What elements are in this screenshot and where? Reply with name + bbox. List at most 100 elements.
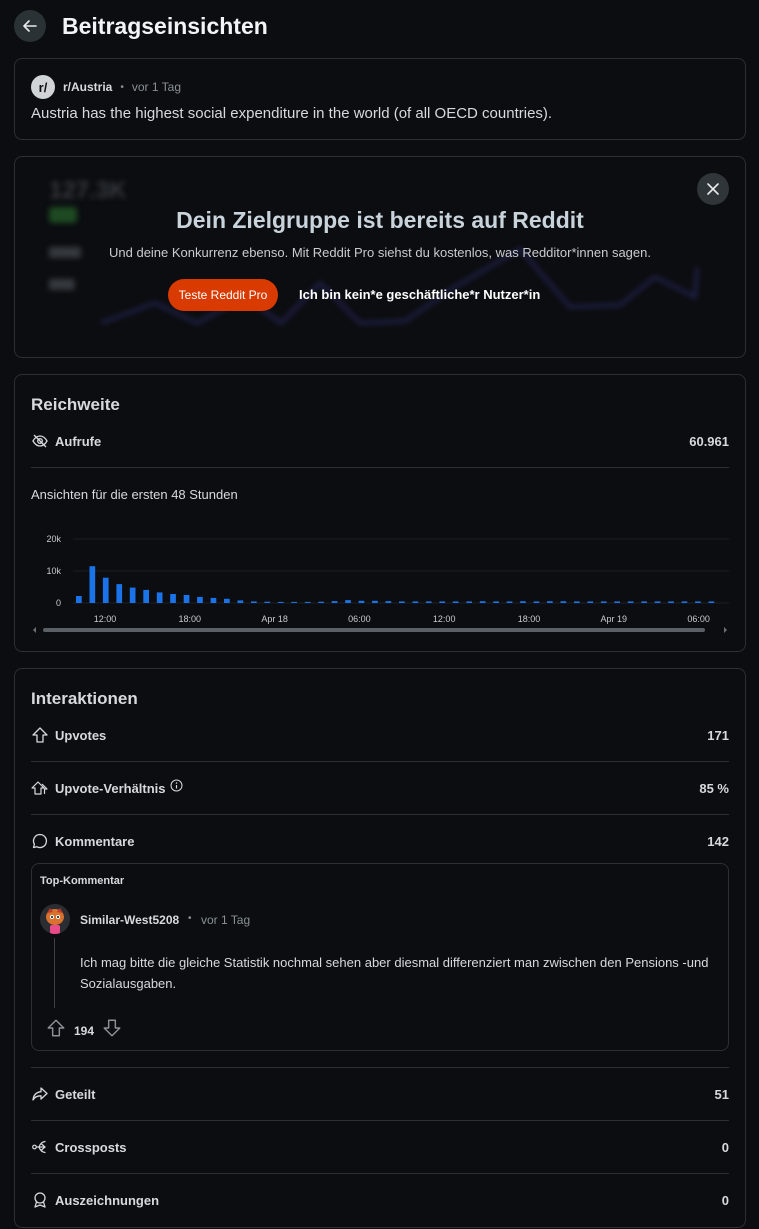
upvote-ratio-icon <box>31 779 49 797</box>
chart-bar <box>533 601 540 603</box>
x-tick-label: Apr 19 <box>601 614 628 624</box>
chart-bar <box>627 601 634 603</box>
shared-value: 51 <box>714 1086 729 1102</box>
y-tick-label: 0 <box>56 598 61 608</box>
comments-value: 142 <box>707 833 729 849</box>
chart-bar <box>237 600 244 603</box>
upvote-arrow-icon <box>47 1019 65 1037</box>
chart-bar <box>574 601 580 603</box>
chart-bar <box>452 601 459 603</box>
chart-bar <box>277 601 284 603</box>
not-business-user-link[interactable]: Ich bin kein*e geschäftliche*r Nutzer*in <box>299 287 540 302</box>
chart-bar <box>547 601 553 603</box>
top-comment[interactable]: Top-Kommentar Similar-West5208 • vor 1 T… <box>31 863 729 1051</box>
chart-bar <box>304 601 311 603</box>
header: Beitragseinsichten <box>14 10 268 42</box>
promo-subtext: Und deine Konkurrenz ebenso. Mit Reddit … <box>109 245 651 260</box>
crossposts-value: 0 <box>721 1139 729 1155</box>
eye-icon <box>31 432 49 450</box>
comment-username[interactable]: Similar-West5208 <box>80 913 179 927</box>
chart-bar <box>641 601 647 603</box>
subreddit-avatar[interactable]: r/ <box>31 75 55 99</box>
arrow-left-icon <box>23 20 37 32</box>
chart-bar <box>372 600 378 603</box>
reach-title: Reichweite <box>31 395 120 414</box>
post-title[interactable]: Austria has the highest social expenditu… <box>31 105 552 122</box>
chart-bar <box>493 601 499 603</box>
crossposts-row: Crossposts 0 <box>31 1136 729 1158</box>
chart-bar <box>156 592 163 603</box>
chart-bar <box>600 601 607 603</box>
downvote-button[interactable] <box>102 1018 122 1043</box>
scroll-left-icon <box>33 627 36 633</box>
chart-bar <box>708 601 715 603</box>
chart-bar <box>345 600 351 603</box>
info-icon[interactable] <box>170 779 183 797</box>
chart-bar <box>331 601 338 603</box>
subreddit-name[interactable]: r/Austria <box>63 80 112 94</box>
x-tick-label: 12:00 <box>433 614 456 624</box>
chart-bar <box>425 601 432 603</box>
awards-value: 0 <box>721 1192 729 1208</box>
chart-bar <box>668 601 674 603</box>
chart-bar <box>224 598 230 603</box>
thread-line[interactable] <box>54 938 55 1008</box>
chart-bar <box>399 601 405 603</box>
divider <box>31 761 729 762</box>
shared-row: Geteilt 51 <box>31 1083 729 1105</box>
promo-heading: Dein Zielgruppe ist bereits auf Reddit <box>176 207 584 233</box>
try-reddit-pro-button[interactable]: Teste Reddit Pro <box>168 279 278 311</box>
upvotes-row: Upvotes 171 <box>31 724 729 746</box>
back-button[interactable] <box>14 10 46 42</box>
comments-row: Kommentare 142 <box>31 830 729 852</box>
chart-bar <box>197 596 203 603</box>
chart-bar <box>520 601 526 603</box>
chart-bar <box>170 594 176 603</box>
chart-scrollbar[interactable] <box>31 625 729 635</box>
chart-bar <box>210 597 217 603</box>
divider <box>31 467 729 468</box>
page-title: Beitragseinsichten <box>62 12 268 39</box>
upvote-arrow-icon <box>31 726 49 744</box>
x-tick-label: 18:00 <box>518 614 541 624</box>
chart-bar <box>439 601 446 603</box>
reach-section: Reichweite Aufrufe 60.961 Ansichten für … <box>14 374 746 652</box>
y-tick-label: 20k <box>46 534 61 544</box>
x-tick-label: 06:00 <box>348 614 371 624</box>
chart-bar <box>506 601 513 603</box>
chart-bar <box>560 601 567 603</box>
upvotes-value: 171 <box>707 727 729 743</box>
views-bar-chart: 20k 10k 0 12:00 18:00 Apr 18 06:00 12:00 18:00 Ap… <box>46 534 729 624</box>
chart-bar <box>358 600 365 603</box>
chart-bar <box>129 587 136 603</box>
views-label: Aufrufe <box>55 433 102 449</box>
x-tick-label: Apr 18 <box>261 614 288 624</box>
views-value: 60.961 <box>689 433 729 449</box>
close-promo-button[interactable] <box>697 173 729 205</box>
post-card[interactable]: r/ r/Austria • vor 1 Tag Austria has the… <box>14 58 746 140</box>
chart-bar <box>264 601 271 603</box>
chart-bar <box>143 589 149 603</box>
post-meta: r/ r/Austria • vor 1 Tag <box>31 75 181 99</box>
downvote-arrow-icon <box>103 1019 121 1037</box>
chart-bar <box>466 601 472 603</box>
comment-score: 194 <box>74 1023 95 1038</box>
awards-label: Auszeichnungen <box>55 1192 160 1208</box>
reddit-pro-promo: 127.3K █████ ████ Dein Zielgruppe ist be… <box>14 156 746 358</box>
upvote-button[interactable] <box>46 1018 66 1043</box>
divider <box>31 1173 729 1174</box>
avatar[interactable] <box>40 904 70 934</box>
divider <box>31 814 729 815</box>
chart-bar <box>318 601 324 603</box>
chart-bar <box>76 596 82 603</box>
chart-bar <box>479 601 486 603</box>
divider <box>31 1067 729 1068</box>
y-tick-label: 10k <box>46 566 61 576</box>
separator-dot: • <box>120 81 124 93</box>
close-icon <box>707 183 719 195</box>
chart-bar <box>654 601 661 603</box>
comment-vote-bar: 194 <box>46 1018 122 1043</box>
divider <box>31 1120 729 1121</box>
crossposts-label: Crossposts <box>55 1139 127 1155</box>
chart-bar <box>587 601 594 603</box>
